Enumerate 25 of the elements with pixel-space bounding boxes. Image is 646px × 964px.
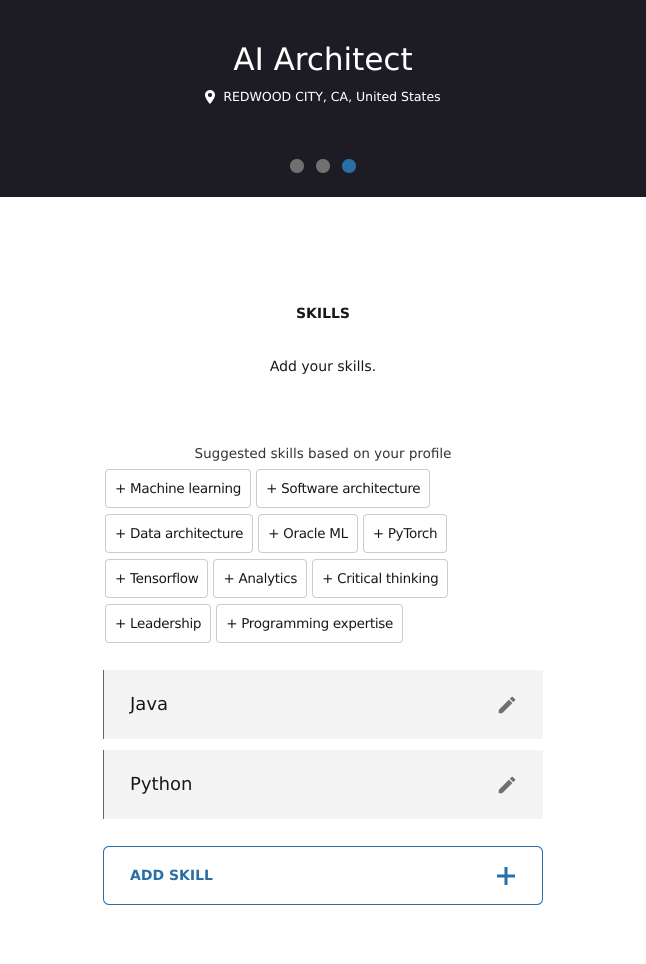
section-heading: SKILLS [296, 306, 350, 322]
skill-suggestion-chip[interactable]: + Critical thinking [312, 559, 448, 598]
skill-name: Python [130, 774, 192, 795]
skill-suggestion-chip[interactable]: + Machine learning [105, 469, 252, 508]
section-subtitle: Add your skills. [270, 359, 376, 375]
location-pin-icon [205, 90, 216, 104]
carousel-dot[interactable] [290, 159, 304, 173]
suggestions-label: Suggested skills based on your profile [194, 446, 452, 462]
edit-pencil-icon[interactable] [496, 694, 518, 716]
job-title: AI Architect [233, 41, 413, 80]
skill-suggestion-chip[interactable]: + Software architecture [256, 469, 430, 508]
add-skill-button[interactable]: ADD SKILL [103, 846, 543, 905]
skill-suggestion-chip[interactable]: + Data architecture [105, 514, 254, 553]
skill-suggestion-chip[interactable]: + Tensorflow [105, 559, 208, 598]
skill-name: Java [130, 694, 168, 715]
skill-suggestion-chip[interactable]: + Programming expertise [216, 604, 404, 643]
carousel-dot[interactable] [316, 159, 330, 173]
skill-suggestion-chip[interactable]: + Oracle ML [258, 514, 358, 553]
location-text: REDWOOD CITY, CA, United States [223, 89, 441, 104]
plus-icon [496, 866, 516, 886]
skill-suggestion-chip[interactable]: + Leadership [105, 604, 212, 643]
edit-pencil-icon[interactable] [496, 774, 518, 796]
carousel-dot[interactable] [342, 159, 356, 173]
skill-suggestion-chip[interactable]: + Analytics [213, 559, 308, 598]
skill-suggestion-chip[interactable]: + PyTorch [362, 514, 448, 553]
